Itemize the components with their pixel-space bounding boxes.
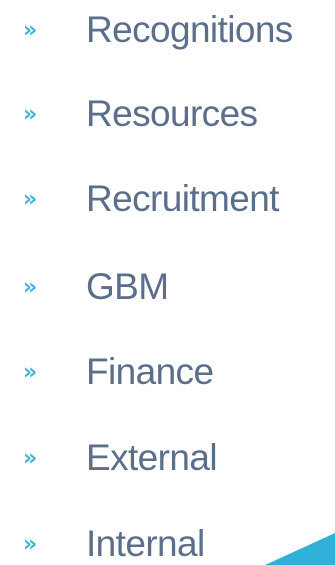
double-chevron-right-icon: » [23,274,38,300]
double-chevron-right-icon: » [23,17,38,43]
nav-item-external[interactable]: » External [0,428,335,488]
sidebar-nav: » Recognitions » Resources » Recruitment… [0,0,335,565]
nav-item-label: Recruitment [86,177,279,219]
nav-item-resources[interactable]: » Resources [0,84,335,144]
nav-item-recognitions[interactable]: » Recognitions [0,0,335,60]
nav-item-label: GBM [86,265,169,307]
double-chevron-right-icon: » [23,445,38,471]
nav-item-recruitment[interactable]: » Recruitment [0,169,335,229]
double-chevron-right-icon: » [23,531,38,557]
nav-item-finance[interactable]: » Finance [0,342,335,402]
nav-item-label: Internal [86,522,205,564]
nav-item-label: Resources [86,92,258,134]
nav-item-internal[interactable]: » Internal [0,514,280,565]
double-chevron-right-icon: » [23,186,38,212]
corner-triangle-decoration [265,533,335,565]
nav-item-label: Recognitions [86,8,293,50]
nav-item-gbm[interactable]: » GBM [0,257,335,317]
double-chevron-right-icon: » [23,101,38,127]
nav-item-label: External [86,436,218,478]
nav-item-label: Finance [86,350,214,392]
double-chevron-right-icon: » [23,359,38,385]
